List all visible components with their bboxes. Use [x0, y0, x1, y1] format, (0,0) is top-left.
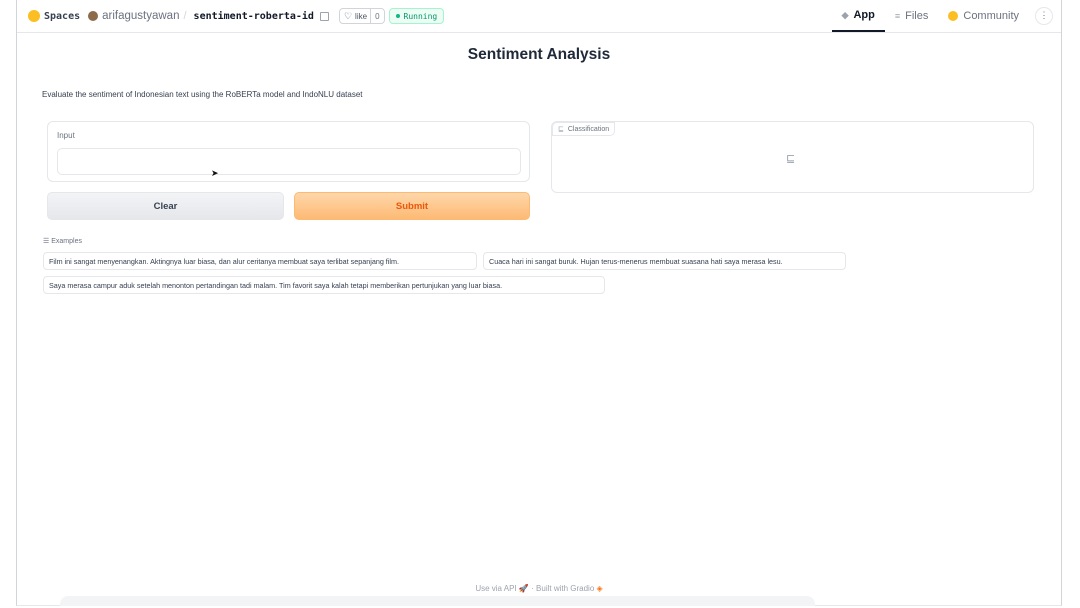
tab-app[interactable]: ◆ App: [831, 0, 885, 32]
top-bar: Spaces arifagustyawan / sentiment-robert…: [17, 0, 1061, 33]
tab-community[interactable]: Community: [938, 0, 1029, 32]
status-text: Running: [403, 11, 438, 21]
hugging-face-logo-icon[interactable]: [28, 10, 40, 22]
mouse-cursor-icon: ➤: [211, 168, 219, 178]
copy-icon[interactable]: [319, 11, 329, 21]
status-badge: Running: [388, 8, 445, 24]
footer-separator: ·: [531, 584, 534, 593]
app-icon: ◆: [841, 9, 849, 20]
tab-files[interactable]: ≡ Files: [885, 0, 939, 32]
heart-icon: ♡: [343, 10, 353, 21]
example-item[interactable]: Cuaca hari ini sangat buruk. Hujan terus…: [483, 252, 846, 270]
owner-link[interactable]: arifagustyawan: [102, 10, 179, 22]
input-label: Input: [57, 131, 75, 140]
page-description: Evaluate the sentiment of Indonesian tex…: [42, 90, 363, 99]
classification-label: Classification: [567, 125, 610, 133]
community-icon: [948, 11, 959, 21]
examples-label: Examples: [51, 238, 82, 245]
repo-name[interactable]: sentiment-roberta-id: [194, 11, 314, 22]
tab-files-label: Files: [905, 10, 929, 22]
tab-community-label: Community: [963, 10, 1019, 22]
classification-label-badge: ⊑ Classification: [552, 122, 616, 136]
input-textbox[interactable]: [57, 148, 521, 175]
tab-app-label: App: [853, 9, 875, 21]
classification-panel: ⊑ Classification ⊑: [551, 121, 1034, 193]
footer: Use via API 🚀 · Built with Gradio ◈: [17, 584, 1061, 593]
examples-header: ☰ Examples: [43, 237, 82, 245]
like-button[interactable]: ♡ like 0: [338, 8, 385, 24]
bottom-scroll-area: [60, 596, 815, 606]
example-item[interactable]: Saya merasa campur aduk setelah menonton…: [43, 276, 605, 294]
rocket-icon: 🚀: [518, 584, 529, 593]
more-menu-icon[interactable]: ⋮: [1035, 7, 1053, 25]
like-label: like: [355, 11, 368, 21]
input-panel: Input: [47, 121, 530, 182]
use-via-api-link[interactable]: Use via API: [475, 584, 516, 593]
owner-avatar[interactable]: [88, 11, 99, 21]
clear-button[interactable]: Clear: [47, 192, 284, 220]
spaces-link[interactable]: Spaces: [44, 11, 80, 22]
page-title: Sentiment Analysis: [467, 46, 611, 63]
empty-chart-icon: ⊑: [786, 153, 796, 165]
files-icon: ≡: [894, 11, 901, 21]
label-chart-icon: ⊑: [558, 126, 564, 133]
path-separator: /: [183, 10, 187, 22]
status-dot-icon: [395, 14, 400, 18]
submit-button[interactable]: Submit: [294, 192, 530, 220]
example-item[interactable]: Film ini sangat menyenangkan. Aktingnya …: [43, 252, 477, 270]
built-with-gradio-link[interactable]: Built with Gradio: [536, 584, 594, 593]
list-icon: ☰: [43, 238, 50, 245]
gradio-logo-icon: ◈: [596, 584, 603, 593]
like-count: 0: [370, 9, 383, 23]
